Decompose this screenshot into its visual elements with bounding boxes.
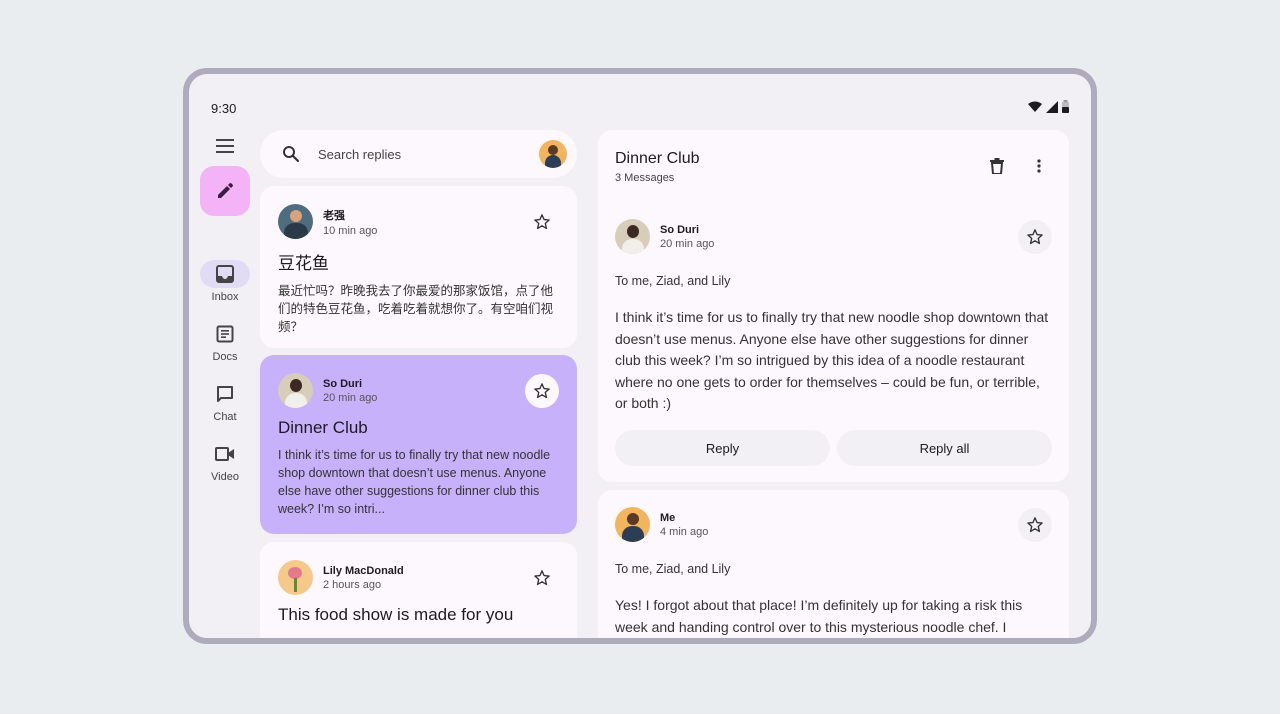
more-vert-icon bbox=[1037, 159, 1041, 173]
star-icon bbox=[534, 213, 550, 229]
sender-name: So Duri bbox=[660, 223, 700, 236]
compose-button[interactable] bbox=[200, 166, 250, 216]
message-body: I think it’s time for us to finally try … bbox=[615, 309, 1049, 411]
message-time: 4 min ago bbox=[660, 525, 709, 538]
nav-item-chat[interactable]: Chat bbox=[193, 380, 257, 423]
avatar bbox=[615, 507, 650, 542]
pencil-icon bbox=[218, 183, 233, 198]
signal-icon bbox=[1046, 100, 1058, 118]
star-icon bbox=[1027, 516, 1043, 532]
status-bar: 9:30 bbox=[189, 74, 1091, 118]
message-time: 2 hours ago bbox=[323, 578, 382, 591]
recipients: To me, Ziad, and Lily bbox=[615, 274, 731, 288]
star-icon bbox=[534, 382, 550, 398]
message-body: Yes! I forgot about that place! I’m defi… bbox=[615, 597, 1023, 635]
avatar bbox=[278, 373, 313, 408]
nav-indicator bbox=[200, 320, 250, 348]
inbox-icon bbox=[216, 265, 234, 283]
message-card: Dinner Club 3 Messages So Duri 20 min ag… bbox=[598, 130, 1069, 482]
message-time: 10 min ago bbox=[323, 224, 378, 237]
star-icon bbox=[1027, 228, 1043, 244]
list-item-selected[interactable]: So Duri 20 min ago Dinner Club I think i… bbox=[260, 355, 577, 534]
status-time: 9:30 bbox=[211, 101, 237, 116]
trash-icon bbox=[990, 158, 1004, 174]
message-time: 20 min ago bbox=[323, 391, 378, 404]
list-item[interactable]: Lily MacDonald 2 hours ago This food sho… bbox=[260, 542, 577, 638]
message-subject: Dinner Club bbox=[278, 418, 368, 437]
search-input[interactable]: Search replies bbox=[318, 147, 539, 162]
star-icon bbox=[534, 569, 550, 585]
reply-button[interactable]: Reply bbox=[615, 430, 830, 466]
message-subject: 豆花鱼 bbox=[278, 254, 329, 273]
nav-indicator bbox=[200, 260, 250, 288]
menu-icon bbox=[216, 139, 234, 153]
wifi-icon bbox=[1028, 100, 1042, 118]
docs-icon bbox=[216, 325, 234, 343]
search-bar[interactable]: Search replies bbox=[260, 130, 577, 178]
nav-label-chat: Chat bbox=[213, 411, 237, 423]
nav-item-inbox[interactable]: Inbox bbox=[193, 260, 257, 303]
message-preview: 最近忙吗？昨晚我去了你最爱的那家饭馆，点了他们的特色豆花鱼，吃着吃着就想你了。有… bbox=[278, 284, 554, 334]
more-options-button[interactable] bbox=[1027, 154, 1051, 178]
sender-name: Me bbox=[660, 511, 676, 524]
message-subject: This food show is made for you bbox=[278, 605, 514, 624]
message-preview: I think it’s time for us to finally try … bbox=[278, 448, 551, 516]
reply-all-button[interactable]: Reply all bbox=[837, 430, 1052, 466]
list-item[interactable]: 老强 10 min ago 豆花鱼 最近忙吗？昨晚我去了你最爱的那家饭馆，点了他… bbox=[260, 186, 577, 348]
search-icon bbox=[283, 146, 300, 163]
avatar bbox=[278, 204, 313, 239]
recipients: To me, Ziad, and Lily bbox=[615, 562, 731, 576]
account-avatar[interactable] bbox=[539, 140, 567, 168]
delete-button[interactable] bbox=[985, 154, 1009, 178]
thread-message-count: 3 Messages bbox=[615, 172, 675, 184]
system-icons bbox=[1028, 100, 1069, 118]
sender-name: So Duri bbox=[323, 377, 363, 390]
message-list: Search replies 老强 10 min ago 豆花鱼 最近忙吗？昨晚… bbox=[260, 124, 577, 638]
nav-item-video[interactable]: Video bbox=[193, 440, 257, 483]
star-button[interactable] bbox=[1018, 507, 1052, 542]
nav-label-inbox: Inbox bbox=[211, 291, 239, 303]
sender-name: 老强 bbox=[323, 209, 345, 222]
nav-indicator bbox=[200, 440, 250, 468]
message-time: 20 min ago bbox=[660, 237, 715, 250]
nav-label-docs: Docs bbox=[212, 351, 238, 363]
menu-button[interactable] bbox=[211, 132, 239, 160]
battery-icon bbox=[1062, 100, 1069, 118]
video-icon bbox=[215, 447, 234, 461]
sender-name: Lily MacDonald bbox=[323, 564, 404, 577]
thread-detail: Dinner Club 3 Messages So Duri 20 min ag… bbox=[598, 130, 1069, 638]
message-card: Me 4 min ago To me, Ziad, and Lily Yes! … bbox=[598, 490, 1069, 638]
thread-title: Dinner Club bbox=[615, 150, 700, 167]
star-button[interactable] bbox=[525, 373, 559, 408]
tablet-frame: 9:30 Inbox Docs Chat Video Search replie… bbox=[183, 68, 1097, 644]
star-button[interactable] bbox=[1018, 219, 1052, 254]
nav-label-video: Video bbox=[211, 471, 239, 483]
avatar bbox=[615, 219, 650, 254]
nav-indicator bbox=[200, 380, 250, 408]
star-button[interactable] bbox=[525, 205, 559, 239]
avatar bbox=[278, 560, 313, 595]
nav-item-docs[interactable]: Docs bbox=[193, 320, 257, 363]
star-button[interactable] bbox=[525, 561, 559, 595]
chat-icon bbox=[217, 386, 233, 402]
